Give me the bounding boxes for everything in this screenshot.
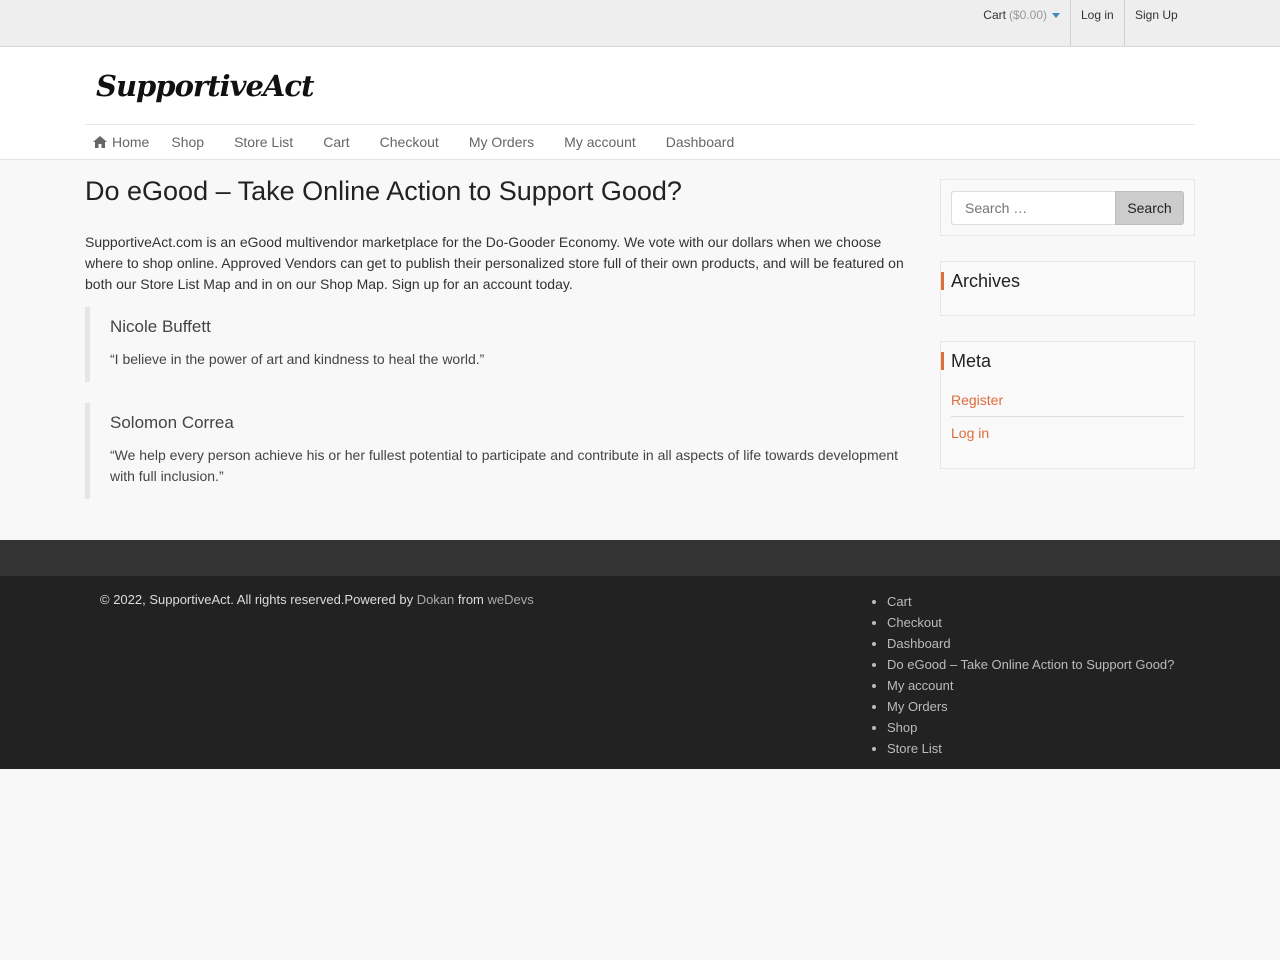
- register-link[interactable]: Register: [951, 388, 1184, 416]
- cart-amount: ($0.00): [1008, 8, 1047, 22]
- footer-link-store-list[interactable]: Store List: [887, 738, 1174, 759]
- nav-item-cart[interactable]: Cart: [323, 134, 349, 150]
- search-button[interactable]: Search: [1115, 191, 1184, 225]
- site-logo[interactable]: SupportiveAct: [96, 69, 314, 103]
- quote-author: Solomon Correa: [110, 413, 234, 432]
- copyright-label: © 2022, SupportiveAct. All rights reserv…: [100, 592, 417, 607]
- login-link[interactable]: Log in: [1070, 0, 1124, 46]
- site-header: SupportiveAct Home Shop Store List Cart …: [0, 47, 1280, 160]
- signup-link[interactable]: Sign Up: [1124, 0, 1178, 46]
- nav-item-store-list[interactable]: Store List: [234, 134, 293, 150]
- testimonial-quote: Solomon Correa “We help every person ach…: [85, 403, 910, 499]
- top-bar: Cart ($0.00) Log in Sign Up: [0, 0, 1280, 47]
- footer-widget-area: [0, 540, 1280, 576]
- chevron-down-icon: [1052, 13, 1060, 18]
- nav-item-my-orders[interactable]: My Orders: [469, 134, 534, 150]
- meta-widget: Meta Register Log in: [940, 341, 1195, 469]
- footer-link-cart[interactable]: Cart: [887, 591, 1174, 612]
- archives-title: Archives: [941, 272, 1194, 290]
- top-bar-links: Cart ($0.00) Log in Sign Up: [983, 0, 1178, 46]
- nav-item-shop[interactable]: Shop: [171, 134, 204, 150]
- copyright-text: © 2022, SupportiveAct. All rights reserv…: [100, 592, 534, 607]
- footer-link-my-account[interactable]: My account: [887, 675, 1174, 696]
- nav-item-label: Home: [112, 134, 150, 150]
- quote-author: Nicole Buffett: [110, 317, 211, 336]
- quote-text: “We help every person achieve his or her…: [110, 447, 899, 484]
- from-text: from: [454, 592, 488, 607]
- page-title: Do eGood – Take Online Action to Support…: [85, 176, 682, 206]
- meta-login-link[interactable]: Log in: [951, 416, 1184, 449]
- intro-paragraph: SupportiveAct.com is an eGood multivendo…: [85, 234, 904, 292]
- cart-label: Cart: [983, 8, 1006, 22]
- quote-text: “I believe in the power of art and kindn…: [110, 351, 485, 367]
- home-icon: [93, 136, 107, 148]
- main-nav: Home Shop Store List Cart Checkout My Or…: [85, 125, 764, 159]
- cart-dropdown[interactable]: Cart ($0.00): [983, 0, 1070, 46]
- nav-item-home[interactable]: Home: [92, 134, 149, 150]
- archives-widget: Archives: [940, 261, 1195, 316]
- meta-title: Meta: [941, 352, 1194, 370]
- nav-item-dashboard[interactable]: Dashboard: [666, 134, 735, 150]
- search-widget: Search: [940, 179, 1195, 236]
- wedevs-link[interactable]: weDevs: [488, 592, 534, 607]
- site-footer: © 2022, SupportiveAct. All rights reserv…: [0, 576, 1280, 769]
- search-input[interactable]: [951, 191, 1115, 225]
- nav-item-my-account[interactable]: My account: [564, 134, 636, 150]
- footer-link-shop[interactable]: Shop: [887, 717, 1174, 738]
- meta-links: Register Log in: [951, 388, 1184, 449]
- testimonial-quote: Nicole Buffett “I believe in the power o…: [85, 307, 910, 382]
- footer-link-checkout[interactable]: Checkout: [887, 612, 1174, 633]
- dokan-link[interactable]: Dokan: [417, 592, 455, 607]
- footer-link-my-orders[interactable]: My Orders: [887, 696, 1174, 717]
- main-content: Do eGood – Take Online Action to Support…: [85, 176, 910, 499]
- sidebar: Search Archives Meta Register Log in: [940, 179, 1195, 494]
- nav-item-checkout[interactable]: Checkout: [380, 134, 439, 150]
- footer-menu: Cart Checkout Dashboard Do eGood – Take …: [887, 591, 1174, 759]
- footer-link-do-egood[interactable]: Do eGood – Take Online Action to Support…: [887, 654, 1174, 675]
- footer-link-dashboard[interactable]: Dashboard: [887, 633, 1174, 654]
